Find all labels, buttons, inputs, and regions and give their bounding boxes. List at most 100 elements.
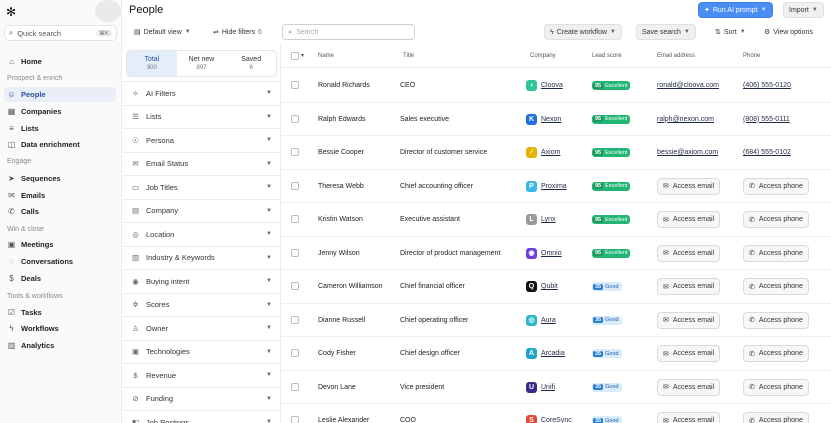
filter-funding[interactable]: ⊘ Funding ▼ [123,386,280,411]
sidebar-item-emails[interactable]: ✉ Emails [4,188,116,203]
access-email-button[interactable]: ✉ Access email [657,345,721,362]
company-link[interactable]: Proxima [541,183,567,190]
sidebar-item-workflows[interactable]: ϟ Workflows [4,321,116,336]
access-phone-button[interactable]: ✆ Access phone [743,278,809,295]
person-name[interactable]: Theresa Webb [318,170,364,203]
table-row[interactable]: Dianne Russell Chief operating officer ◎ Au… [281,304,831,337]
access-phone-button[interactable]: ✆ Access phone [743,311,809,329]
company-cell[interactable]: L Lynx [526,203,556,236]
access-phone-button[interactable]: ✆ Access phone [743,345,809,362]
column-lead-score[interactable]: Lead score [592,53,622,59]
sort-button[interactable]: ⇅ Sort ▼ [710,24,751,40]
filter-persona[interactable]: ☉ Persona ▼ [123,128,280,152]
sidebar-item-deals[interactable]: $ Deals [4,271,116,286]
company-link[interactable]: Cloova [541,82,563,89]
company-link[interactable]: CoreSync [541,417,572,423]
person-name[interactable]: Jenny Wilson [318,237,360,270]
person-name[interactable]: Ralph Edwards [318,103,365,136]
person-name[interactable]: Dianne Russell [318,304,365,337]
company-cell[interactable]: U Unifi [526,371,555,404]
column-name[interactable]: Name [318,53,334,59]
row-checkbox[interactable] [291,248,299,257]
sidebar-item-calls[interactable]: ✆ Calls [4,204,116,219]
person-name[interactable]: Ronald Richards [318,69,370,102]
row-checkbox[interactable] [291,282,299,290]
access-phone-button[interactable]: ✆ Access phone [743,177,809,195]
row-checkbox[interactable] [291,181,299,190]
filter-lists[interactable]: ☰ Lists ▼ [123,104,280,129]
company-link[interactable]: Arcadia [541,350,565,357]
filter-owner[interactable]: ♙ Owner ▼ [123,316,280,340]
hide-filters-button[interactable]: ⇌ Hide filters 6 [208,24,267,40]
table-row[interactable]: Cody Fisher Chief design officer A Arcadia 3… [281,337,831,371]
row-checkbox[interactable] [291,382,299,391]
sidebar-item-data-enrichment[interactable]: ◫ Data enrichment [4,137,116,152]
person-name[interactable]: Leslie Alexander [318,404,369,423]
table-row[interactable]: Kristin Watson Executive assistant L Lynx 95… [281,203,831,237]
filter-location[interactable]: ◎ Location ▼ [123,222,280,246]
person-name[interactable]: Cameron Williamson [318,270,383,303]
view-options-button[interactable]: ⚙ View options [762,24,815,40]
access-email-button[interactable]: ✉ Access email [657,412,721,423]
company-link[interactable]: Unifi [541,384,555,391]
email-link[interactable]: ronald@cloova.com [657,82,719,89]
row-checkbox[interactable] [291,349,299,357]
company-cell[interactable]: ◎ Aura [526,304,556,337]
filter-company[interactable]: ▤ Company ▼ [123,198,280,223]
company-cell[interactable]: Q Qubit [526,270,558,303]
access-phone-button[interactable]: ✆ Access phone [743,378,809,396]
run-ai-prompt-button[interactable]: ✦ Run AI prompt ▼ [698,2,773,18]
save-search-button[interactable]: Save search ▼ [636,24,696,40]
sidebar-item-analytics[interactable]: ▥ Analytics [4,338,116,353]
sidebar-item-people[interactable]: ☺ People [4,87,116,102]
row-checkbox[interactable] [291,81,299,89]
sidebar-item-lists[interactable]: ≡ Lists [4,121,116,136]
count-tab-saved[interactable]: Saved 6 [226,51,276,76]
company-cell[interactable]: ◉ Omnio [526,237,562,270]
table-row[interactable]: Ronald Richards CEO ◖ Cloova 95 Excellent rona… [281,69,831,103]
email-link[interactable]: ralph@nexon.com [657,116,714,123]
app-logo-icon[interactable]: ✻ [6,6,18,18]
table-row[interactable]: Devon Lane Vice president U Unifi 35 Good ✉ Acc… [281,371,831,404]
company-cell[interactable]: S CoreSync [526,404,572,423]
person-name[interactable]: Kristin Watson [318,203,363,236]
table-row[interactable]: Bessie Cooper Director of customer servic… [281,136,831,170]
company-cell[interactable]: K Nexon [526,103,561,136]
filter-ai-filters[interactable]: ✧ AI Filters ▼ [123,81,280,105]
select-all-checkbox[interactable] [291,52,299,60]
access-phone-button[interactable]: ✆ Access phone [743,412,809,423]
column-email[interactable]: Email address [657,53,695,59]
filter-industry-keywords[interactable]: ▥ Industry & Keywords ▼ [123,245,280,270]
phone-link[interactable]: (684) 555-0102 [743,149,791,156]
filter-job-titles[interactable]: ▭ Job Titles ▼ [123,175,280,199]
row-checkbox[interactable] [291,114,299,123]
company-link[interactable]: Nexon [541,116,561,123]
person-name[interactable]: Devon Lane [318,371,356,404]
access-email-button[interactable]: ✉ Access email [657,278,721,295]
view-selector[interactable]: ▤ Default view ▼ [129,24,196,40]
filter-email-status[interactable]: ✉ Email Status ▼ [123,151,280,176]
company-cell[interactable]: ⁄ Axiom [526,136,560,169]
column-title[interactable]: Title [403,53,414,59]
search-box[interactable]: ⌕ [282,24,415,40]
count-tab-total[interactable]: Total 900 [127,51,177,76]
phone-link[interactable]: (808) 555-0111 [743,116,790,123]
sidebar-item-conversations[interactable]: ◌ Conversations [4,254,116,269]
filter-job-postings[interactable]: ◧ Job Postings ▼ [123,410,280,423]
access-phone-button[interactable]: ✆ Access phone [743,244,809,262]
email-link[interactable]: bessie@axiom.com [657,149,718,156]
row-checkbox[interactable] [291,416,299,423]
select-menu-chevron-icon[interactable]: ▾ [301,52,304,59]
sidebar-item-companies[interactable]: ▦ Companies [4,104,116,119]
filter-technologies[interactable]: ▣ Technologies ▼ [123,339,280,364]
company-link[interactable]: Aura [541,317,556,324]
access-email-button[interactable]: ✉ Access email [657,378,721,396]
company-cell[interactable]: P Proxima [526,170,567,203]
row-checkbox[interactable] [291,215,299,223]
company-cell[interactable]: A Arcadia [526,337,565,370]
column-phone[interactable]: Phone [743,53,760,59]
table-row[interactable]: Cameron Williamson Chief financial office… [281,270,831,304]
phone-link[interactable]: (406) 555-0120 [743,82,791,89]
access-email-button[interactable]: ✉ Access email [657,211,721,228]
search-input[interactable] [296,28,397,36]
